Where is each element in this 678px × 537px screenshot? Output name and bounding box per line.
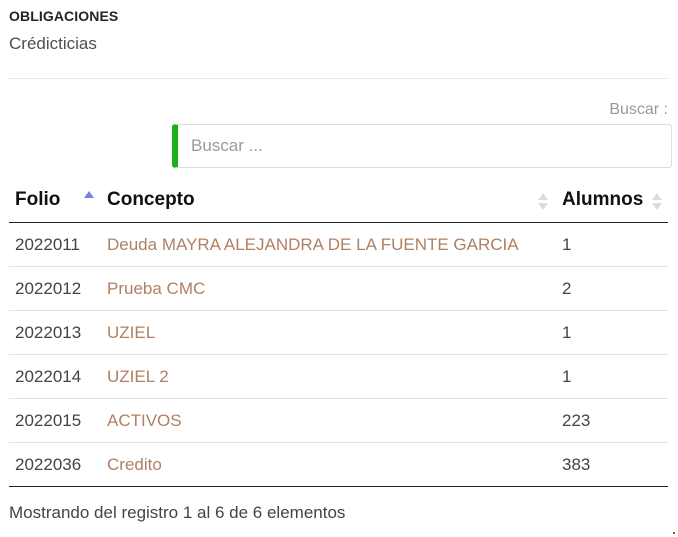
cell-concepto-link[interactable]: Deuda MAYRA ALEJANDRA DE LA FUENTE GARCI…: [107, 223, 519, 266]
cell-alumnos: 1: [562, 235, 572, 254]
cell-folio: 2022015: [15, 411, 82, 430]
page-header: OBLIGACIONES Crédicticias: [9, 8, 118, 54]
cell-alumnos: 383: [562, 455, 591, 474]
table-header: Folio Concepto Alumnos: [9, 178, 668, 223]
page-title: OBLIGACIONES: [9, 8, 119, 24]
cell-concepto-link[interactable]: UZIEL 2: [107, 355, 169, 398]
table-row: 2022036 Credito 383: [9, 443, 668, 487]
search-label: Buscar :: [609, 101, 668, 118]
table-row: 2022014 UZIEL 2 1: [9, 355, 668, 399]
column-header-concepto[interactable]: Concepto: [107, 178, 553, 222]
cell-folio: 2022013: [15, 323, 82, 342]
table-row: 2022011 Deuda MAYRA ALEJANDRA DE LA FUEN…: [9, 223, 668, 267]
search-input[interactable]: [191, 125, 661, 167]
cell-concepto-link[interactable]: Prueba CMC: [107, 267, 205, 310]
search-box[interactable]: [172, 124, 672, 168]
cell-folio: 2022011: [15, 235, 80, 254]
table-row: 2022013 UZIEL 1: [9, 311, 668, 355]
corner-dot: [673, 532, 675, 534]
column-header-alumnos-label: Alumnos: [562, 189, 644, 210]
table-row: 2022012 Prueba CMC 2: [9, 267, 668, 311]
table-body: 2022011 Deuda MAYRA ALEJANDRA DE LA FUEN…: [9, 223, 668, 487]
cell-concepto-link[interactable]: ACTIVOS: [107, 399, 182, 442]
sort-both-icon[interactable]: [652, 193, 662, 211]
cell-concepto-link[interactable]: Credito: [107, 443, 162, 486]
cell-alumnos: 1: [562, 323, 572, 342]
page-subtitle: Crédicticias: [9, 34, 97, 53]
obligations-table: Folio Concepto Alumnos 2022011 Deuda MAY…: [9, 178, 668, 487]
sort-both-icon[interactable]: [538, 193, 548, 211]
header-divider: [9, 78, 668, 79]
cell-alumnos: 223: [562, 411, 591, 430]
cell-concepto-link[interactable]: UZIEL: [107, 311, 155, 354]
table-info: Mostrando del registro 1 al 6 de 6 eleme…: [9, 503, 346, 522]
table-row: 2022015 ACTIVOS 223: [9, 399, 668, 443]
sort-asc-icon[interactable]: [84, 191, 94, 209]
cell-folio: 2022014: [15, 367, 82, 386]
column-header-folio-label: Folio: [15, 189, 61, 210]
cell-alumnos: 2: [562, 279, 572, 298]
cell-folio: 2022036: [15, 455, 82, 474]
column-header-concepto-label: Concepto: [107, 189, 195, 210]
cell-alumnos: 1: [562, 367, 572, 386]
cell-folio: 2022012: [15, 279, 82, 298]
